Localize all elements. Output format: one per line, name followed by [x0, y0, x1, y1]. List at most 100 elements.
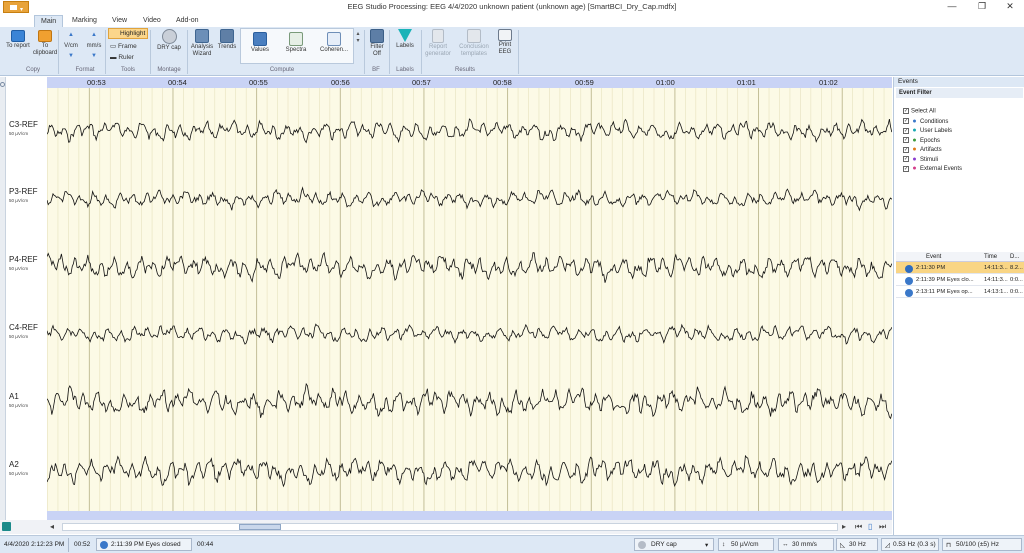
- sensitivity-select[interactable]: ↕ 50 µV/cm: [718, 538, 774, 551]
- event-filter-item[interactable]: ✓ ● Conditions: [903, 118, 948, 127]
- scroll-left-icon[interactable]: ◂: [50, 522, 54, 531]
- channel-label[interactable]: A2: [9, 460, 19, 469]
- status-event-box[interactable]: 2:11:39 PM Eyes closed: [96, 538, 192, 551]
- scroll-right-icon[interactable]: ▸: [842, 522, 846, 531]
- montage-select[interactable]: DRY cap ▾: [634, 538, 714, 551]
- status-notch: 50/100 (±5) Hz: [956, 541, 999, 548]
- lowpass-select[interactable]: ◺ 30 Hz: [836, 538, 878, 551]
- eeg-trace-4: [47, 323, 892, 345]
- notch-icon: ⊓: [946, 542, 952, 549]
- filter-icon: [370, 29, 384, 43]
- artifact-icon: ●: [912, 146, 917, 153]
- event-filter-item[interactable]: ✓ ● Epochs: [903, 137, 940, 146]
- channel-label[interactable]: P3-REF: [9, 187, 37, 196]
- analysis-wizard-button[interactable]: Analysis Wizard: [189, 29, 215, 58]
- event-row[interactable]: 2:11:30 PM 14:11:3... 8.2...: [896, 262, 1024, 274]
- time-label: 01:02: [819, 78, 838, 87]
- title-bar: ▾ EEG Studio Processing: EEG 4/4/2020 un…: [0, 0, 1024, 13]
- event-filter-item[interactable]: ✓ ● External Events: [903, 165, 962, 174]
- to-clipboard-button[interactable]: To clipboard: [30, 30, 60, 57]
- spectra-button[interactable]: Spectra: [281, 32, 311, 54]
- event-filter-item[interactable]: ✓ ● User Labels: [903, 127, 952, 136]
- conclusion-templates-button[interactable]: Conclusion templates: [456, 29, 492, 58]
- event-filter-item[interactable]: ✓ ● Stimuli: [903, 156, 938, 165]
- column-time[interactable]: Time: [984, 254, 997, 260]
- group-labels-label: Labels: [396, 67, 414, 73]
- montage-dry-cap-button[interactable]: DRY cap: [156, 29, 182, 52]
- tab-main[interactable]: Main: [34, 15, 64, 27]
- condition-icon: [905, 265, 913, 273]
- frame-button[interactable]: ▭ Frame: [110, 42, 137, 50]
- condition-icon: [905, 277, 913, 285]
- column-duration[interactable]: D...: [1010, 254, 1019, 260]
- mms-up-button[interactable]: ▲: [84, 32, 104, 39]
- labels-button[interactable]: Labels: [393, 29, 417, 50]
- checkbox[interactable]: ✓: [903, 156, 909, 162]
- tab-addon[interactable]: Add-on: [170, 15, 205, 27]
- highpass-select[interactable]: ◿ 0.53 Hz (0.3 s): [881, 538, 939, 551]
- coherence-button[interactable]: Coheren...: [317, 32, 351, 54]
- eeg-trace-area[interactable]: [47, 88, 892, 511]
- arrow-down-icon: ▼: [68, 53, 74, 59]
- event-filter-item[interactable]: ✓ Select All: [903, 108, 936, 117]
- channel-label[interactable]: A1: [9, 392, 19, 401]
- values-grid-icon: [253, 32, 267, 46]
- epoch-icon: ●: [912, 136, 917, 144]
- print-eeg-button[interactable]: Print EEG: [494, 29, 516, 56]
- event-cell-event: 2:11:39 PM Eyes clo...: [916, 277, 974, 283]
- page-view-icon[interactable]: ▯: [868, 522, 872, 531]
- scroll-thumb[interactable]: [239, 524, 281, 530]
- event-filter-item[interactable]: ✓ ● Artifacts: [903, 146, 942, 155]
- report-generator-button[interactable]: Report generator: [423, 29, 453, 58]
- fast-forward-icon[interactable]: ⏭: [879, 522, 886, 532]
- vcm-label: V/cm: [64, 43, 78, 49]
- events-panel-title: Events: [894, 77, 1024, 87]
- printer-icon: [498, 29, 512, 41]
- gallery-scroll-button[interactable]: ▴ ▾: [355, 31, 361, 45]
- minimize-button[interactable]: —: [938, 0, 966, 12]
- checkbox[interactable]: ✓: [903, 146, 909, 153]
- event-filter-label: Stimuli: [920, 156, 939, 163]
- time-ruler[interactable]: 00:53 00:54 00:55 00:56 00:57 00:58 00:5…: [47, 77, 892, 88]
- ribbon-separator: [58, 30, 59, 74]
- eeg-traces: [47, 88, 892, 511]
- event-cell-time: 14:13:1...: [984, 289, 1009, 295]
- event-row[interactable]: 2:11:39 PM Eyes clo... 14:11:3... 0:0...: [896, 274, 1024, 286]
- bottom-ruler: [47, 511, 892, 520]
- channel-label[interactable]: P4-REF: [9, 255, 37, 264]
- vcm-up-button[interactable]: ▲: [62, 32, 80, 39]
- channel-settings-icon[interactable]: [2, 522, 11, 531]
- channel-label[interactable]: C3-REF: [9, 120, 38, 129]
- tab-view[interactable]: View: [106, 15, 133, 27]
- ruler-button[interactable]: ▬ Ruler: [110, 54, 134, 61]
- column-event[interactable]: Event: [926, 254, 941, 260]
- event-row[interactable]: 2:13:11 PM Eyes op... 14:13:1... 0:0...: [896, 286, 1024, 298]
- channel-label[interactable]: C4-REF: [9, 323, 38, 332]
- group-copy-label: Copy: [25, 67, 40, 73]
- vertical-scale-icon: ↕: [722, 541, 726, 548]
- to-report-button[interactable]: To report: [6, 30, 30, 50]
- tab-marking[interactable]: Marking: [66, 15, 103, 27]
- checkbox[interactable]: ✓: [903, 165, 909, 172]
- event-filter-label: Artifacts: [920, 147, 942, 154]
- mms-down-button[interactable]: ▼: [84, 53, 104, 60]
- horizontal-scrollbar[interactable]: [62, 523, 838, 531]
- arrow-up-icon: ▲: [91, 32, 97, 38]
- values-button[interactable]: Values: [245, 32, 275, 54]
- fast-backward-icon[interactable]: ⏮: [855, 522, 862, 532]
- notch-select[interactable]: ⊓ 50/100 (±5) Hz: [942, 538, 1022, 551]
- filter-off-button[interactable]: Filter Off: [366, 29, 388, 58]
- trends-button[interactable]: Trends: [216, 29, 238, 51]
- highlight-button[interactable]: Highlight: [108, 28, 148, 39]
- checkbox[interactable]: ✓: [903, 127, 909, 134]
- close-button[interactable]: ✕: [996, 0, 1024, 12]
- status-bar: 4/4/2020 2:12:23 PM 00:52 2:11:39 PM Eye…: [0, 535, 1024, 553]
- checkbox[interactable]: ✓: [903, 137, 909, 143]
- checkbox[interactable]: ✓: [903, 118, 909, 124]
- vcm-down-button[interactable]: ▼: [62, 53, 80, 60]
- speed-select[interactable]: ↔ 30 mm/s: [778, 538, 834, 551]
- maximize-button[interactable]: ❐: [968, 0, 996, 12]
- tab-video[interactable]: Video: [137, 15, 167, 27]
- checkbox[interactable]: ✓: [903, 108, 909, 114]
- arrow-up-icon: ▲: [68, 32, 74, 38]
